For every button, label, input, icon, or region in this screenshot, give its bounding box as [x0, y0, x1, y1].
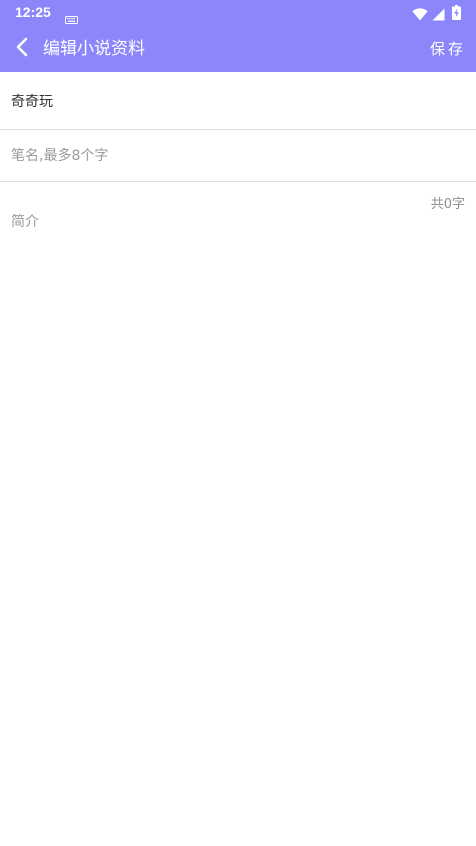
battery-charging-icon — [452, 5, 461, 24]
pen-name-input[interactable] — [11, 130, 466, 181]
pen-name-row — [0, 130, 476, 182]
intro-textarea[interactable] — [11, 211, 466, 811]
save-button[interactable]: 保存 — [430, 38, 466, 60]
wifi-icon — [412, 6, 428, 25]
intro-char-count: 共0字 — [430, 197, 465, 212]
status-time: 12:25 — [15, 4, 51, 20]
status-bar: 12:25 — [0, 0, 476, 26]
page-title: 编辑小说资料 — [43, 39, 145, 59]
chevron-left-icon — [15, 37, 29, 61]
signal-icon — [432, 6, 445, 25]
intro-section: 共0字 — [0, 182, 476, 846]
novel-title-row — [0, 72, 476, 130]
back-button[interactable] — [6, 26, 38, 72]
novel-title-input[interactable] — [11, 72, 466, 129]
app-bar: 编辑小说资料 保存 — [0, 26, 476, 72]
